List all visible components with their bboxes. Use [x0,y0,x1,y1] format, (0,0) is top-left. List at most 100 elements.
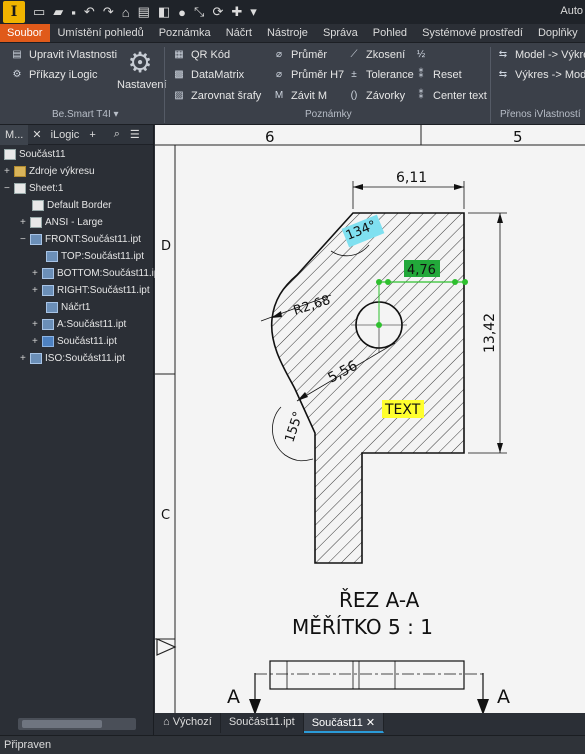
doctab-vychozi[interactable]: ⌂ Výchozí [155,713,221,733]
browser-scrollbar-thumb[interactable] [22,720,102,728]
tolerance-label: Tolerance [366,69,414,81]
view-icon [30,234,42,245]
expand-icon[interactable]: + [32,319,42,330]
tree-item-front[interactable]: − FRONT:Součást11.ipt [20,232,141,247]
tab-doplnky[interactable]: Doplňky [531,24,585,42]
expand-icon[interactable]: + [20,217,30,228]
besmart-label-text: Be.Smart T4I [52,109,111,120]
search-icon[interactable]: ⌕ [109,128,125,141]
tree-item-top[interactable]: TOP:Součást11.ipt [46,249,144,264]
dimension-top-611[interactable]: 6,11 [396,170,427,186]
grip-point[interactable] [376,279,382,285]
grip-point[interactable] [452,279,458,285]
tab-systemove-prostredi[interactable]: Systémové prostředí [415,24,531,42]
zarovnat-srafy-button[interactable]: ▨ Zarovnat šrafy [172,90,261,102]
section-scale[interactable]: MĚŘÍTKO 5 : 1 [292,615,433,639]
tree-item-iso[interactable]: + ISO:Součást11.ipt [20,351,125,366]
tree-item-sheet[interactable]: − Sheet:1 [4,181,63,196]
tree-item-nacrt[interactable]: Náčrt1 [46,300,90,315]
tree-item-label: A:Součást11.ipt [57,319,127,330]
doctab-soucast11-ipt[interactable]: Součást11.ipt [221,713,304,733]
text-note[interactable]: TEXT [384,402,421,418]
vykres-model-button[interactable]: ⇆ Výkres -> Model [496,69,585,81]
tree-item-part[interactable]: + Součást11.ipt [32,334,117,349]
tab-pohled[interactable]: Pohled [366,24,415,42]
tree-item-zdroje[interactable]: + Zdroje výkresu [4,164,95,179]
tab-nacrt[interactable]: Náčrt [219,24,260,42]
redo-icon[interactable]: ↷ [103,4,114,20]
tree-item-label: ISO:Součást11.ipt [45,353,125,364]
appearance-icon[interactable]: ◧ [158,4,170,20]
close-icon[interactable]: ✕ [366,717,375,729]
tree-item-ansi[interactable]: + ANSI - Large [20,215,103,230]
model-vykres-button[interactable]: ⇆ Model -> Výkres [496,49,585,61]
tree-item-root[interactable]: Součást11 [4,147,66,162]
tab-poznamka[interactable]: Poznámka [152,24,219,42]
more-icon[interactable]: ▾ [250,4,257,20]
zavit-m-button[interactable]: M Závit M [272,90,327,102]
prikazy-ilogic-button[interactable]: ⚙ Příkazy iLogic [10,69,98,81]
tab-sprava[interactable]: Správa [316,24,366,42]
expand-icon[interactable]: + [20,353,30,364]
collapse-icon[interactable]: − [4,183,14,194]
center-text-button[interactable]: ⁑ Center text [414,90,487,102]
folder-icon [14,166,26,177]
prumer-button[interactable]: ⌀ Průměr [272,49,327,61]
tree-item-section-a[interactable]: + A:Součást11.ipt [32,317,126,332]
green-dimension-476[interactable]: 4,76 [407,263,436,278]
expand-icon[interactable]: + [32,285,42,296]
nastaveni-button[interactable]: Nastavení [117,79,167,91]
prumer-h7-button[interactable]: ⌀ Průměr H7 [272,69,344,81]
tree-item-default-border[interactable]: Default Border [32,198,111,213]
zavorky-button[interactable]: () Závorky [347,90,405,102]
title-bar: I ▭ ▰ ▪ ↶ ↷ ⌂ ▤ ◧ ● ⤡ ⟳ ✚ ▾ Auto [0,0,585,24]
measure-icon[interactable]: ⤡ [194,4,204,20]
tab-nastroje[interactable]: Nástroje [260,24,316,42]
upravit-ivlastnosti-button[interactable]: ▤ Upravit iVlastnosti [10,49,117,61]
center-text-label: Center text [433,90,487,102]
tab-umisteni-pohledu[interactable]: Umístění pohledů [50,24,151,42]
tolerance-button[interactable]: ± Tolerance [347,69,414,81]
menu-icon[interactable]: ☰ [125,128,145,141]
select-icon[interactable]: ● [178,5,186,20]
tree-item-right[interactable]: + RIGHT:Součást11.ipt [32,283,150,298]
bottom-view-outline[interactable] [269,660,465,690]
collapse-icon[interactable]: − [20,234,30,245]
app-logo[interactable]: I [3,1,25,23]
browser-tab-ilogic[interactable]: iLogic [46,129,85,141]
panel-label-poznamky: Poznámky [305,109,352,120]
new-icon[interactable]: ▭ [33,4,45,20]
angle-label-155[interactable]: 155° [283,410,307,444]
close-icon[interactable]: ✕ [28,128,45,141]
reset-button[interactable]: ⁑ Reset [414,69,462,81]
grip-point[interactable] [385,279,391,285]
open-icon[interactable]: ▰ [53,4,63,20]
update-icon[interactable]: ⟳ [212,4,223,20]
section-label-a-left[interactable]: A [227,686,240,708]
qr-kod-button[interactable]: ▦ QR Kód [172,49,230,61]
add-tab-icon[interactable]: + [84,129,100,141]
expand-icon[interactable]: + [32,336,42,347]
panel-label-besmart[interactable]: Be.Smart T4I ▾ [52,109,119,120]
section-label-a-right[interactable]: A [497,686,510,708]
datamatrix-button[interactable]: ▩ DataMatrix [172,69,244,81]
grip-point[interactable] [462,279,468,285]
expand-icon[interactable]: + [32,268,42,279]
save-icon[interactable]: ▪ [71,5,76,20]
section-title[interactable]: ŘEZ A-A [339,588,420,612]
print-icon[interactable]: ▤ [138,4,150,20]
drawing-sheet[interactable]: 6 5 D C 6,11 13,42 134° 4,76 R2,68 5,56 … [155,125,585,713]
home-icon[interactable]: ⌂ [122,5,130,20]
tab-soubor[interactable]: Soubor [0,24,51,42]
doctab-soucast11[interactable]: Součást11 ✕ [303,713,385,733]
undo-icon[interactable]: ↶ [84,4,95,20]
tree-item-bottom[interactable]: + BOTTOM:Součást11.ip [32,266,159,281]
zkoseni-button[interactable]: ⟋ Zkosení [347,49,406,61]
expand-icon[interactable]: + [4,166,14,177]
add-icon[interactable]: ✚ [231,4,242,20]
fraction-button[interactable]: ½ [414,49,433,61]
dimension-right-1342[interactable]: 13,42 [482,313,498,353]
settings-gear-icon[interactable]: ⚙ [124,47,156,79]
drawing-canvas[interactable]: 6 5 D C 6,11 13,42 134° 4,76 R2,68 5,56 … [155,125,585,713]
browser-tab-model[interactable]: M... [0,124,29,145]
